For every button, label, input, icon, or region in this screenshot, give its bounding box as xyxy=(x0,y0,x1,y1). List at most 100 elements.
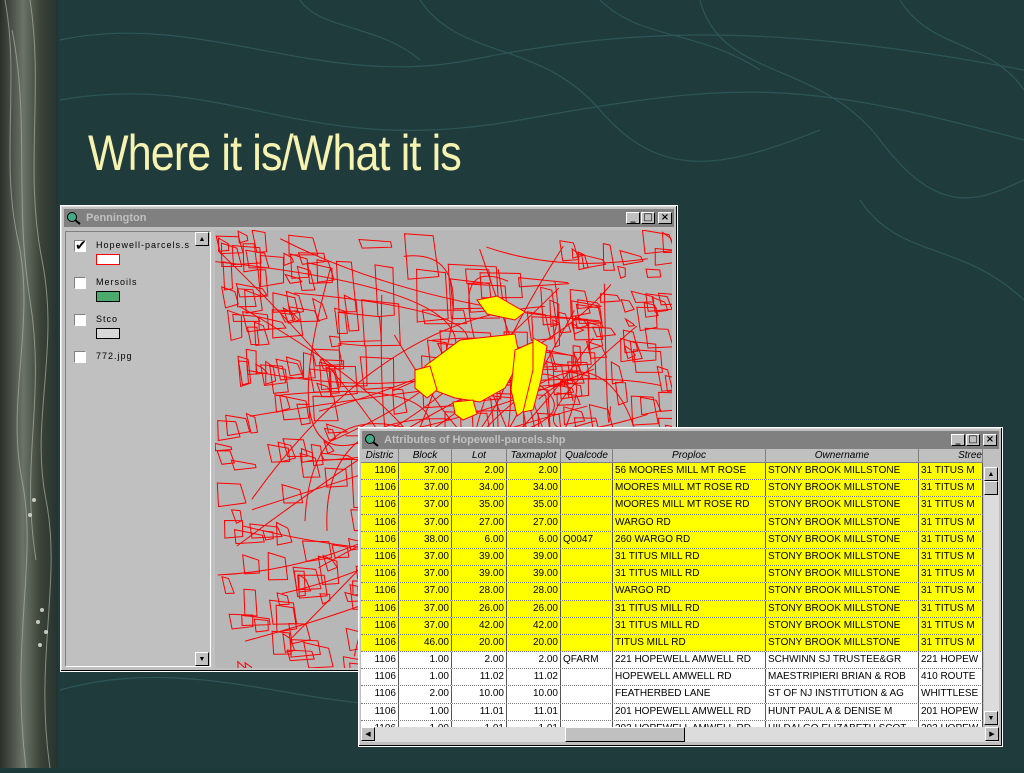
cell-district[interactable]: 1106 xyxy=(361,652,399,669)
close-button[interactable]: × xyxy=(983,434,997,446)
scroll-down-button[interactable]: ▼ xyxy=(984,711,998,725)
cell-lot[interactable]: 10.00 xyxy=(452,686,507,703)
cell-taxmaplot[interactable]: 42.00 xyxy=(507,617,561,634)
cell-street[interactable]: 31 TITUS M xyxy=(919,531,983,548)
cell-taxmaplot[interactable]: 28.00 xyxy=(507,583,561,600)
table-row[interactable]: 1106 46.00 20.00 20.00 TITUS MILL RD STONY BR… xyxy=(361,634,983,653)
cell-street[interactable]: WHITTLESE xyxy=(919,686,983,703)
close-button[interactable]: × xyxy=(658,212,672,224)
cell-lot[interactable]: 26.00 xyxy=(452,600,507,617)
cell-block[interactable]: 37.00 xyxy=(399,583,452,600)
cell-taxmaplot[interactable]: 39.00 xyxy=(507,548,561,566)
cell-district[interactable]: 1106 xyxy=(361,686,399,703)
scroll-thumb[interactable] xyxy=(565,727,685,742)
map-window-titlebar[interactable]: Pennington _ □ × xyxy=(64,209,674,227)
cell-qualcode[interactable] xyxy=(561,617,613,634)
cell-lot[interactable]: 42.00 xyxy=(452,617,507,634)
cell-qualcode[interactable] xyxy=(561,669,613,686)
attributes-window-titlebar[interactable]: Attributes of Hopewell-parcels.shp _ □ × xyxy=(362,431,999,449)
cell-proploc[interactable]: WARGO RD xyxy=(613,514,766,531)
layer-visibility-checkbox[interactable] xyxy=(74,237,88,254)
cell-district[interactable]: 1106 xyxy=(361,548,399,566)
table-row[interactable]: 1106 37.00 26.00 26.00 31 TITUS MILL RD STONY… xyxy=(361,600,983,618)
cell-proploc[interactable]: FEATHERBED LANE xyxy=(613,686,766,703)
cell-qualcode[interactable] xyxy=(561,463,613,480)
cell-ownername[interactable]: ST OF NJ INSTITUTION & AG xyxy=(766,686,919,703)
layer-visibility-checkbox[interactable] xyxy=(74,277,86,289)
cell-district[interactable]: 1106 xyxy=(361,463,399,480)
cell-lot[interactable]: 2.00 xyxy=(452,463,507,480)
cell-street[interactable]: 31 TITUS M xyxy=(919,600,983,617)
cell-ownername[interactable]: MAESTRIPIERI BRIAN & ROB xyxy=(766,669,919,686)
cell-proploc[interactable]: MOORES MILL MT ROSE RD xyxy=(613,480,766,497)
cell-lot[interactable]: 35.00 xyxy=(452,497,507,514)
cell-district[interactable]: 1106 xyxy=(361,497,399,514)
column-header-taxmaplot[interactable]: Taxmaplot xyxy=(507,449,561,463)
table-vertical-scrollbar[interactable]: ▲ ▼ xyxy=(984,467,999,725)
cell-ownername[interactable]: STONY BROOK MILLSTONE xyxy=(766,566,919,583)
table-row[interactable]: 1106 2.00 10.00 10.00 FEATHERBED LANE ST OF N… xyxy=(361,686,983,704)
table-row[interactable]: 1106 37.00 34.00 34.00 MOORES MILL MT ROSE R… xyxy=(361,480,983,498)
scroll-thumb[interactable] xyxy=(984,481,998,495)
cell-ownername[interactable]: HUNT PAUL A & DENISE M xyxy=(766,703,919,720)
table-row[interactable]: 1106 37.00 42.00 42.00 31 TITUS MILL RD STONY… xyxy=(361,617,983,635)
cell-taxmaplot[interactable]: 39.00 xyxy=(507,566,561,583)
cell-district[interactable]: 1106 xyxy=(361,703,399,720)
column-header-block[interactable]: Block xyxy=(399,449,452,463)
cell-qualcode[interactable] xyxy=(561,686,613,703)
table-row[interactable]: 1106 1.00 11.01 11.01 201 HOPEWELL AMWELL RD… xyxy=(361,703,983,721)
cell-district[interactable]: 1106 xyxy=(361,531,399,548)
cell-taxmaplot[interactable]: 2.00 xyxy=(507,652,561,669)
cell-qualcode[interactable] xyxy=(561,566,613,583)
cell-taxmaplot[interactable]: 11.02 xyxy=(507,669,561,686)
column-header-district[interactable]: Distric xyxy=(361,449,399,463)
cell-lot[interactable]: 27.00 xyxy=(452,514,507,531)
table-row[interactable]: 1106 1.00 2.00 2.00 QFARM 221 HOPEWELL AMWELL… xyxy=(361,652,983,670)
cell-ownername[interactable]: STONY BROOK MILLSTONE xyxy=(766,463,919,480)
cell-street[interactable]: 221 HOPEW xyxy=(919,652,983,669)
cell-ownername[interactable]: STONY BROOK MILLSTONE xyxy=(766,497,919,514)
cell-street[interactable]: 31 TITUS M xyxy=(919,514,983,531)
cell-block[interactable]: 1.00 xyxy=(399,703,452,720)
cell-taxmaplot[interactable]: 26.00 xyxy=(507,600,561,617)
minimize-button[interactable]: _ xyxy=(951,434,965,446)
cell-district[interactable]: 1106 xyxy=(361,669,399,686)
table-row[interactable]: 1106 37.00 35.00 35.00 MOORES MILL MT ROSE R… xyxy=(361,497,983,515)
cell-street[interactable]: 31 TITUS M xyxy=(919,497,983,514)
cell-qualcode[interactable] xyxy=(561,634,613,652)
cell-qualcode[interactable] xyxy=(561,514,613,531)
cell-lot[interactable]: 11.02 xyxy=(452,669,507,686)
cell-ownername[interactable]: STONY BROOK MILLSTONE xyxy=(766,600,919,617)
maximize-button[interactable]: □ xyxy=(966,434,980,446)
cell-street[interactable]: 31 TITUS M xyxy=(919,583,983,600)
cell-block[interactable]: 38.00 xyxy=(399,531,452,548)
cell-block[interactable]: 37.00 xyxy=(399,617,452,634)
cell-lot[interactable]: 6.00 xyxy=(452,531,507,548)
cell-street[interactable]: 31 TITUS M xyxy=(919,548,983,566)
column-header-street[interactable]: Stree xyxy=(919,449,983,463)
cell-taxmaplot[interactable]: 10.00 xyxy=(507,686,561,703)
cell-block[interactable]: 2.00 xyxy=(399,686,452,703)
cell-proploc[interactable]: HOPEWELL AMWELL RD xyxy=(613,669,766,686)
cell-lot[interactable]: 11.01 xyxy=(452,703,507,720)
layer-visibility-checkbox[interactable] xyxy=(74,351,86,363)
cell-street[interactable]: 31 TITUS M xyxy=(919,480,983,497)
cell-lot[interactable]: 39.00 xyxy=(452,566,507,583)
cell-district[interactable]: 1106 xyxy=(361,514,399,531)
cell-ownername[interactable]: STONY BROOK MILLSTONE xyxy=(766,634,919,652)
cell-block[interactable]: 1.00 xyxy=(399,652,452,669)
cell-qualcode[interactable] xyxy=(561,497,613,514)
cell-qualcode[interactable]: QFARM xyxy=(561,652,613,669)
cell-block[interactable]: 37.00 xyxy=(399,600,452,617)
scroll-left-button[interactable]: ◀ xyxy=(361,727,375,741)
layer-visibility-checkbox[interactable] xyxy=(74,314,86,326)
cell-lot[interactable]: 39.00 xyxy=(452,548,507,566)
cell-ownername[interactable]: STONY BROOK MILLSTONE xyxy=(766,480,919,497)
cell-district[interactable]: 1106 xyxy=(361,600,399,617)
cell-ownername[interactable]: STONY BROOK MILLSTONE xyxy=(766,583,919,600)
cell-taxmaplot[interactable]: 35.00 xyxy=(507,497,561,514)
attribute-table[interactable]: Distric Block Lot Taxmaplot Qualcode Pro… xyxy=(361,449,983,727)
cell-street[interactable]: 31 TITUS M xyxy=(919,566,983,583)
scroll-up-button[interactable]: ▲ xyxy=(195,232,209,246)
cell-taxmaplot[interactable]: 34.00 xyxy=(507,480,561,497)
